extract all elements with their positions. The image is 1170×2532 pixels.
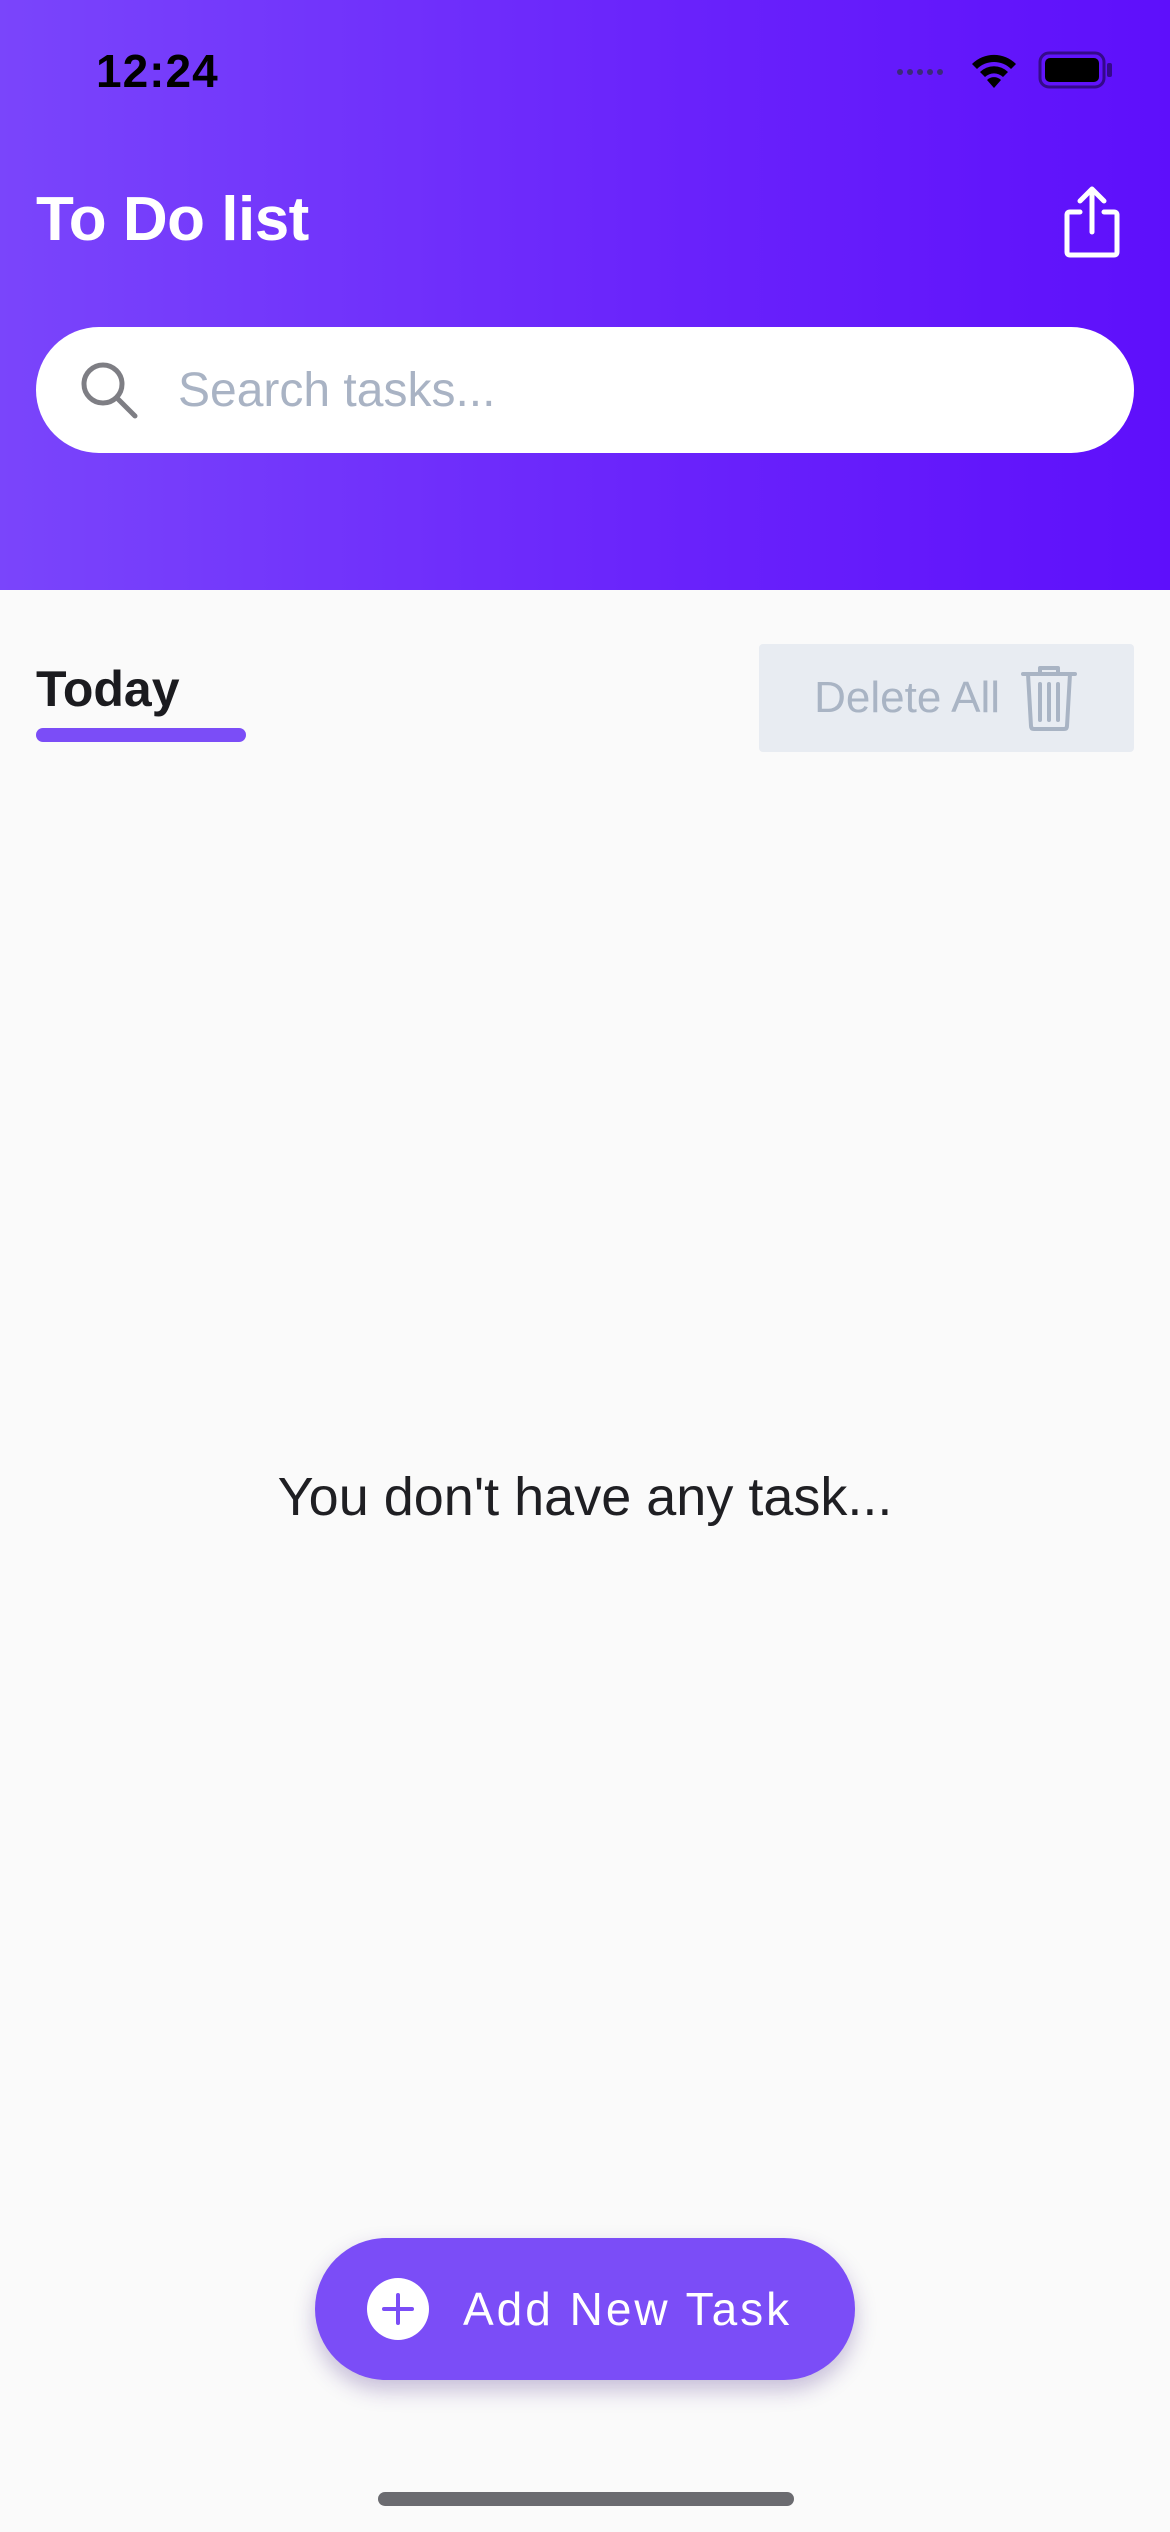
status-bar-time: 12:24 — [96, 45, 219, 97]
wifi-icon — [972, 54, 1016, 88]
trash-icon — [1021, 666, 1077, 731]
empty-state-message: You don't have any task... — [277, 1467, 893, 1527]
search-icon — [81, 362, 138, 419]
plus-icon — [367, 2278, 429, 2340]
add-new-task-button[interactable]: Add New Task — [315, 2238, 855, 2380]
delete-all-button[interactable]: Delete All — [759, 644, 1134, 752]
cellular-signal-icon — [897, 69, 943, 75]
add-new-task-label: Add New Task — [463, 2283, 793, 2335]
delete-all-label: Delete All — [814, 673, 1000, 722]
page-title: To Do list — [36, 185, 309, 254]
search-input[interactable] — [178, 327, 1078, 453]
tab-today[interactable]: Today — [36, 660, 180, 718]
search-bar[interactable] — [36, 327, 1134, 453]
share-icon — [1064, 186, 1120, 258]
home-indicator[interactable] — [378, 2492, 794, 2506]
share-button[interactable] — [1054, 182, 1130, 262]
app-header: 12:24 To Do list — [0, 0, 1170, 590]
tab-today-label: Today — [36, 661, 180, 717]
status-bar-icons — [896, 50, 1114, 90]
tab-active-indicator — [36, 728, 246, 742]
battery-icon — [1038, 51, 1112, 89]
